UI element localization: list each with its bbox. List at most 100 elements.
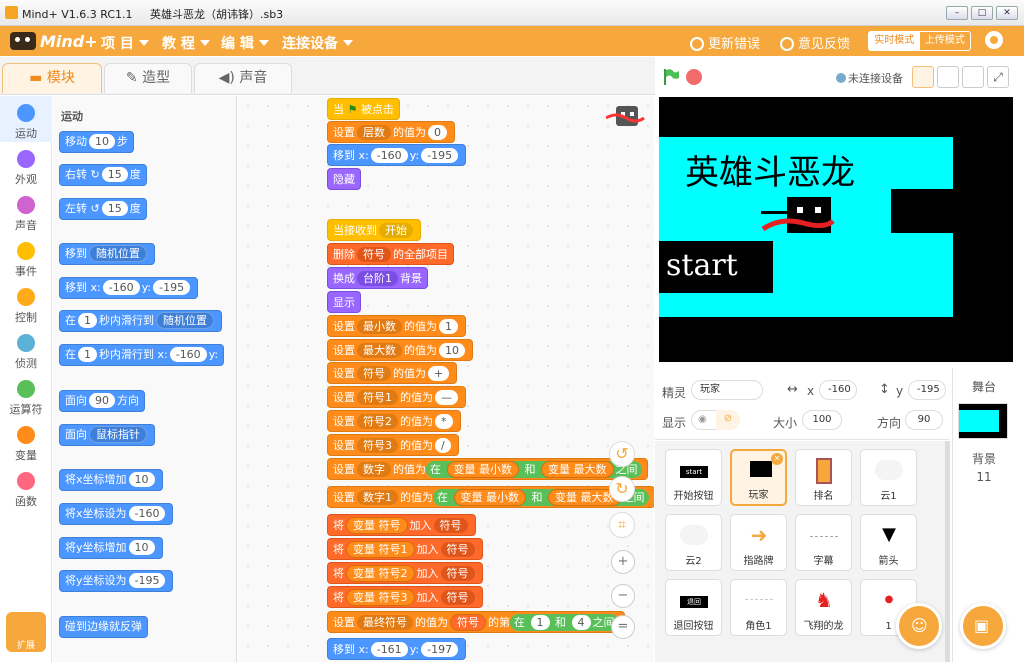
category-sensing[interactable]: 侦测: [0, 326, 52, 372]
block-change-y[interactable]: 将y坐标增加 10: [59, 537, 163, 559]
category-variables[interactable]: 变量: [0, 418, 52, 464]
direction-input[interactable]: 90: [905, 410, 943, 430]
sprite-tile[interactable]: 云2: [665, 514, 722, 571]
add-sprite-button[interactable]: ☺: [896, 603, 942, 649]
block-add-to-list[interactable]: 将变量 符号3 加入 符号: [327, 586, 483, 608]
category-looks[interactable]: 外观: [0, 142, 52, 188]
block-glide-xy[interactable]: 在 1 秒内滑行到 x: -160 y:: [59, 344, 225, 366]
block-goto-xy[interactable]: 移到 x: -160 y: -195: [327, 144, 467, 166]
sprite-tile[interactable]: ♞ 飞翔的龙: [795, 579, 852, 636]
player-sprite[interactable]: [761, 195, 835, 239]
block-set-variable-random[interactable]: 设置 数字1 的值为在 变量 最小数 和 变量 最大数 之间: [327, 486, 654, 508]
update-errors-button[interactable]: 更新错误: [690, 33, 760, 52]
block-set-variable-random[interactable]: 设置 数字 的值为在 变量 最小数 和 变量 最大数 之间: [327, 458, 648, 480]
block-move-steps[interactable]: 移动 10 步: [59, 131, 134, 153]
gear-icon[interactable]: [985, 31, 1003, 49]
block-set-variable[interactable]: 设置 符号 的值为 +: [327, 362, 458, 384]
block-show[interactable]: 显示: [327, 291, 361, 313]
minimize-button[interactable]: –: [946, 6, 968, 20]
fullscreen-icon[interactable]: ⤢: [987, 66, 1009, 88]
sprite-tile[interactable]: ▼ 箭头: [860, 514, 917, 571]
block-set-variable-item[interactable]: 设置 最终符号 的值为 符号 的第在 1 和 4 之间: [327, 611, 625, 633]
block-set-variable[interactable]: 设置 最大数 的值为 10: [327, 339, 473, 361]
block-set-x[interactable]: 将x坐标设为 -160: [59, 503, 174, 525]
block-add-to-list[interactable]: 将变量 符号2 加入 符号: [327, 562, 483, 584]
extension-button[interactable]: 扩展: [6, 612, 46, 652]
eye-icon[interactable]: ◉: [698, 411, 707, 429]
visibility-toggle[interactable]: ◉ ⊘: [691, 410, 740, 430]
sprite-tile[interactable]: start 开始按钮: [665, 449, 722, 506]
block-goto[interactable]: 移到 随机位置: [59, 243, 155, 265]
block-when-flag-clicked[interactable]: 当 ⚑ 被点击: [327, 98, 400, 120]
green-flag-icon[interactable]: [662, 68, 680, 86]
zoom-in-icon[interactable]: +: [611, 550, 635, 574]
block-hide[interactable]: 隐藏: [327, 168, 361, 190]
block-set-variable[interactable]: 设置 符号2 的值为 *: [327, 410, 461, 432]
category-operators[interactable]: 运算符: [0, 372, 52, 418]
add-backdrop-button[interactable]: ▣: [960, 603, 1006, 649]
block-set-variable[interactable]: 设置 符号3 的值为 /: [327, 434, 459, 456]
block-when-receive[interactable]: 当接收到 开始: [327, 219, 421, 241]
block-point-towards[interactable]: 面向 鼠标指针: [59, 424, 155, 446]
redo-icon[interactable]: ↻: [609, 476, 635, 502]
feedback-button[interactable]: 意见反馈: [780, 33, 850, 52]
block-glide[interactable]: 在 1 秒内滑行到 随机位置: [59, 310, 222, 332]
block-goto-xy[interactable]: 移到 x: -161 y: -197: [327, 638, 467, 660]
block-bounce[interactable]: 碰到边缘就反弹: [59, 616, 148, 638]
block-point-direction[interactable]: 面向 90 方向: [59, 390, 145, 412]
tab-costumes[interactable]: ✎ 造型: [104, 63, 192, 93]
menu-edit[interactable]: 编 辑: [221, 33, 269, 53]
block-switch-backdrop[interactable]: 换成 台阶1 背景: [327, 267, 428, 289]
category-functions[interactable]: 函数: [0, 464, 52, 510]
block-set-variable[interactable]: 设置 最小数 的值为 1: [327, 315, 466, 337]
close-window-button[interactable]: ✕: [996, 6, 1018, 20]
block-set-variable[interactable]: 设置 符号1 的值为 —: [327, 386, 466, 408]
mode-upload[interactable]: 上传模式: [920, 32, 971, 50]
mode-switch[interactable]: 实时模式 上传模式: [868, 31, 971, 51]
start-sprite[interactable]: start: [659, 241, 773, 293]
script-area[interactable]: 当 ⚑ 被点击 设置 层数 的值为 0 移到 x: -160 y: -195 隐藏 当接收到…: [238, 96, 654, 662]
stage-thumbnail[interactable]: [958, 403, 1008, 439]
category-sound[interactable]: 声音: [0, 188, 52, 234]
sprite-tile-selected[interactable]: ✕ 玩家: [730, 449, 787, 506]
zoom-reset-icon[interactable]: =: [611, 615, 635, 639]
category-control[interactable]: 控制: [0, 280, 52, 326]
category-events[interactable]: 事件: [0, 234, 52, 280]
stage-canvas[interactable]: 英雄斗恶龙 start: [659, 97, 1013, 362]
y-input[interactable]: -195: [908, 380, 946, 400]
undo-icon[interactable]: ↺: [609, 441, 635, 467]
block-delete-all[interactable]: 删除 符号 的全部项目: [327, 243, 454, 265]
block-add-to-list[interactable]: 将变量 符号 加入 符号: [327, 514, 476, 536]
menu-tutorial[interactable]: 教 程: [162, 33, 210, 53]
maximize-button[interactable]: □: [971, 6, 993, 20]
mode-realtime[interactable]: 实时模式: [869, 32, 920, 50]
block-set-y[interactable]: 将y坐标设为 -195: [59, 570, 174, 592]
block-turn-right[interactable]: 右转 ↻ 15 度: [59, 164, 147, 186]
block-goto-xy[interactable]: 移到 x: -160 y: -195: [59, 277, 199, 299]
eye-hidden-icon[interactable]: ⊘: [716, 410, 740, 430]
tab-sounds[interactable]: ◀) 声音: [194, 63, 292, 93]
sprite-tile[interactable]: 退回 退回按钮: [665, 579, 722, 636]
category-motion[interactable]: 运动: [0, 96, 52, 142]
delete-sprite-icon[interactable]: ✕: [771, 453, 783, 465]
sprite-tile[interactable]: 云1: [860, 449, 917, 506]
layout-small-stage-button[interactable]: [912, 66, 934, 88]
menu-connect-device[interactable]: 连接设备: [282, 33, 353, 53]
block-set-variable[interactable]: 设置 层数 的值为 0: [327, 121, 455, 143]
block-change-x[interactable]: 将x坐标增加 10: [59, 469, 163, 491]
clean-up-icon[interactable]: ⌗: [609, 512, 635, 538]
size-input[interactable]: 100: [802, 410, 842, 430]
block-add-to-list[interactable]: 将变量 符号1 加入 符号: [327, 538, 483, 560]
x-input[interactable]: -160: [819, 380, 857, 400]
tab-blocks[interactable]: ▬ 模块: [2, 63, 102, 93]
block-turn-left[interactable]: 左转 ↺ 15 度: [59, 198, 147, 220]
sprite-tile[interactable]: 字幕: [795, 514, 852, 571]
sprite-tile[interactable]: 排名: [795, 449, 852, 506]
stop-icon[interactable]: [686, 69, 702, 85]
menu-project[interactable]: 项 目: [101, 33, 149, 53]
sprite-name-input[interactable]: 玩家: [691, 380, 763, 400]
sprite-list-scrollbar[interactable]: [945, 441, 950, 662]
zoom-out-icon[interactable]: −: [611, 584, 635, 608]
layout-hide-stage-button[interactable]: [962, 66, 984, 88]
sprite-tile[interactable]: 角色1: [730, 579, 787, 636]
